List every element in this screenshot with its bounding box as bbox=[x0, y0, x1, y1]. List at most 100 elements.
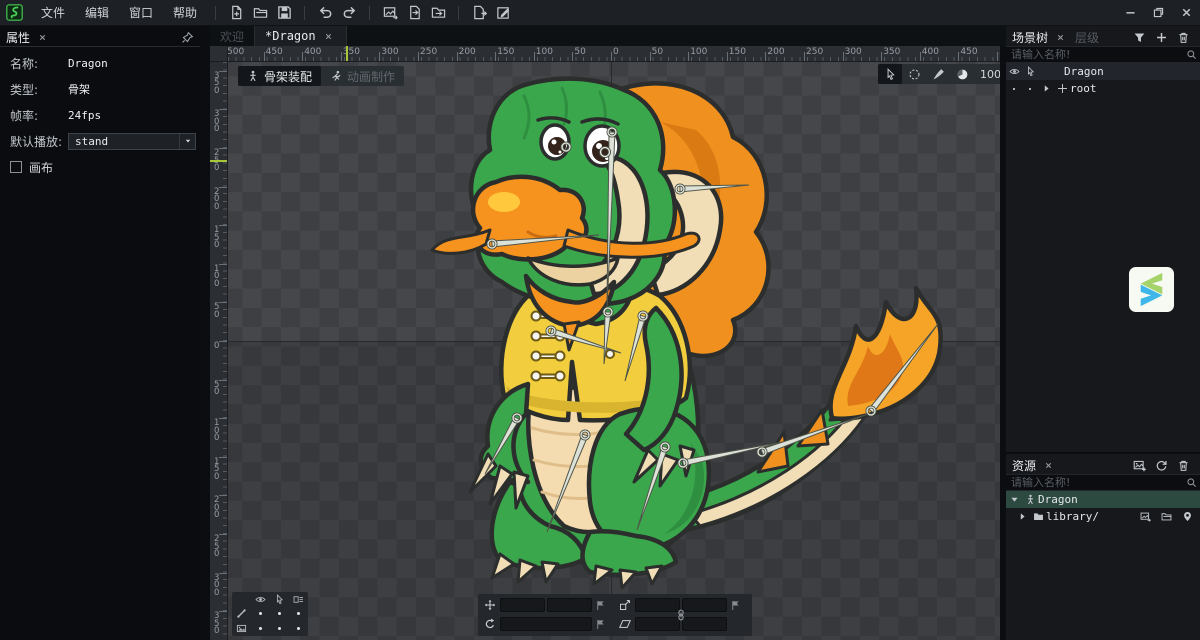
scene-node-root[interactable]: root bbox=[1006, 80, 1200, 97]
mode-assembly-label: 骨架装配 bbox=[264, 68, 312, 85]
property-fps-row: 帧率: 24fps bbox=[0, 105, 200, 125]
tab-dragon[interactable]: *Dragon bbox=[254, 26, 347, 46]
toolbar-separator bbox=[304, 6, 305, 20]
ruler-label: 450 bbox=[960, 47, 977, 57]
selectable-column-icon[interactable] bbox=[270, 592, 289, 607]
translate-y-input[interactable] bbox=[547, 598, 592, 612]
lasso-icon[interactable] bbox=[902, 64, 926, 84]
canvas-viewport[interactable]: 骨架装配 动画制作 100% bbox=[228, 62, 1000, 640]
rotate-key-flag-icon[interactable] bbox=[594, 619, 607, 630]
image-import-icon[interactable] bbox=[1135, 509, 1156, 525]
ruler-label: 5 0 bbox=[214, 304, 219, 319]
translate-key-flag-icon[interactable] bbox=[594, 600, 607, 611]
right-panel: 场景树 层级 Dragon root 资源 bbox=[1006, 26, 1200, 640]
locate-icon[interactable] bbox=[1177, 509, 1198, 525]
redo-icon[interactable] bbox=[337, 2, 361, 24]
refresh-icon[interactable] bbox=[1150, 456, 1172, 474]
pie-icon[interactable] bbox=[950, 64, 974, 84]
mode-animation-label: 动画制作 bbox=[347, 68, 395, 85]
menu-file[interactable]: 文件 bbox=[31, 0, 75, 26]
ruler-horizontal: 5004504003503002502001501005005010015020… bbox=[228, 46, 1000, 62]
visibility-column-icon[interactable] bbox=[251, 592, 270, 607]
properties-close-icon[interactable] bbox=[35, 30, 49, 44]
add-image-icon[interactable] bbox=[1128, 456, 1150, 474]
scene-tree-close-icon[interactable] bbox=[1053, 30, 1067, 44]
trash-icon[interactable] bbox=[1172, 456, 1194, 474]
view-toolbar: 100% bbox=[878, 64, 1000, 84]
eye-icon[interactable] bbox=[1006, 66, 1022, 77]
scale-key-flag-icon[interactable] bbox=[729, 600, 742, 611]
scale-y-input[interactable] bbox=[682, 598, 727, 612]
ruler-label: 500 bbox=[228, 47, 244, 57]
tab-welcome-label: 欢迎 bbox=[220, 28, 244, 45]
bones-row-icon[interactable] bbox=[232, 607, 251, 622]
default-animation-value: stand bbox=[69, 135, 179, 148]
images-selectable-toggle[interactable] bbox=[270, 621, 289, 636]
app-logo-icon bbox=[6, 4, 23, 21]
default-play-label: 默认播放: bbox=[10, 133, 68, 150]
panel-pin-icon[interactable] bbox=[181, 31, 194, 44]
resource-item-dragon[interactable]: Dragon bbox=[1006, 491, 1200, 508]
cursor-icon[interactable] bbox=[878, 64, 902, 84]
plus-icon[interactable] bbox=[1150, 28, 1172, 46]
funnel-icon[interactable] bbox=[1128, 28, 1150, 46]
app-watermark-logo bbox=[1128, 266, 1175, 313]
tab-close-icon[interactable] bbox=[322, 29, 336, 43]
minimize-icon[interactable] bbox=[1116, 1, 1144, 25]
file-import-icon[interactable] bbox=[402, 2, 426, 24]
close-icon[interactable] bbox=[1172, 1, 1200, 25]
expand-arrow-icon[interactable] bbox=[1014, 511, 1030, 522]
scene-node-dragon-label: Dragon bbox=[1064, 65, 1104, 78]
search-icon bbox=[1182, 477, 1200, 488]
display-filter-grid bbox=[232, 592, 308, 636]
canvas-checkbox[interactable] bbox=[10, 161, 22, 173]
images-row-icon[interactable] bbox=[232, 621, 251, 636]
tab-hierarchy[interactable]: 层级 bbox=[1075, 29, 1099, 46]
cursor-icon[interactable] bbox=[1022, 66, 1038, 77]
property-type-row: 类型: 骨架 bbox=[0, 79, 200, 99]
save-icon[interactable] bbox=[272, 2, 296, 24]
file-new-icon[interactable] bbox=[224, 2, 248, 24]
folder-open-icon[interactable] bbox=[248, 2, 272, 24]
translate-x-input[interactable] bbox=[500, 598, 545, 612]
trash-icon[interactable] bbox=[1172, 28, 1194, 46]
menu-help[interactable]: 帮助 bbox=[163, 0, 207, 26]
brush-icon[interactable] bbox=[926, 64, 950, 84]
link-axes-icon[interactable] bbox=[674, 607, 688, 623]
folder-import-icon[interactable] bbox=[426, 2, 450, 24]
bones-selectable-toggle[interactable] bbox=[270, 607, 289, 622]
images-visibility-toggle[interactable] bbox=[251, 621, 270, 636]
scene-search-input[interactable] bbox=[1006, 48, 1182, 61]
menu-edit[interactable]: 编辑 bbox=[75, 0, 119, 26]
name-label: 名称: bbox=[10, 55, 68, 72]
expand-arrow-icon[interactable] bbox=[1038, 83, 1054, 94]
runner-icon bbox=[330, 70, 342, 82]
mode-animation[interactable]: 动画制作 bbox=[321, 66, 404, 86]
scene-tree-tools bbox=[1128, 28, 1194, 46]
bones-visibility-toggle[interactable] bbox=[251, 607, 270, 622]
resource-item-library[interactable]: library/ bbox=[1006, 508, 1200, 525]
folder-open-icon[interactable] bbox=[1156, 509, 1177, 525]
resources-close-icon[interactable] bbox=[1041, 458, 1055, 472]
undo-icon[interactable] bbox=[313, 2, 337, 24]
rotate-input[interactable] bbox=[500, 617, 592, 631]
bones-labels-toggle[interactable] bbox=[289, 607, 308, 622]
tab-welcome[interactable]: 欢迎 bbox=[210, 26, 254, 46]
ruler-label: 400 bbox=[922, 47, 939, 57]
chevron-down-icon[interactable] bbox=[179, 134, 195, 149]
restore-icon[interactable] bbox=[1144, 1, 1172, 25]
scene-node-dragon[interactable]: Dragon bbox=[1006, 63, 1200, 80]
ruler-label: 250 bbox=[806, 47, 823, 57]
image-import-icon[interactable] bbox=[378, 2, 402, 24]
ruler-label: 5 0 bbox=[214, 382, 219, 397]
default-animation-select[interactable]: stand bbox=[68, 133, 196, 150]
shear-y-input[interactable] bbox=[682, 617, 727, 631]
doc-export-icon[interactable] bbox=[467, 2, 491, 24]
menu-window[interactable]: 窗口 bbox=[119, 0, 163, 26]
collapse-arrow-icon[interactable] bbox=[1006, 494, 1022, 505]
doc-edit-icon[interactable] bbox=[491, 2, 515, 24]
resources-search-input[interactable] bbox=[1006, 476, 1182, 489]
labels-column-icon[interactable] bbox=[289, 592, 308, 607]
images-labels-toggle[interactable] bbox=[289, 621, 308, 636]
mode-skeleton-assembly[interactable]: 骨架装配 bbox=[238, 66, 321, 86]
